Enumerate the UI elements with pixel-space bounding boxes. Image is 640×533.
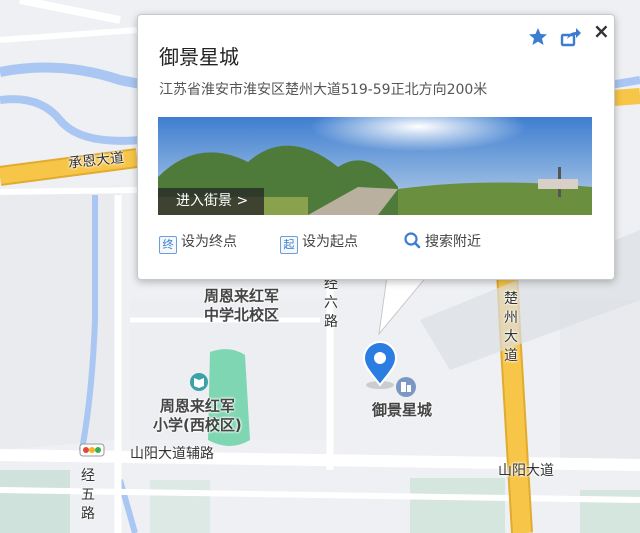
star-icon[interactable] [528,27,548,51]
poi-address: 江苏省淮安市淮安区楚州大道519-59正北方向200米 [159,82,488,98]
end-point-icon: 终 [159,236,177,254]
start-point-icon: 起 [280,236,298,254]
search-nearby-button[interactable]: 搜索附近 [403,231,481,251]
search-icon [404,232,421,249]
road-label-jingliu: 经六路 [324,276,338,330]
poi-label-primary-school-west[interactable]: 周恩来红军 小学(西校区) [153,397,242,435]
poi-info-window: 御景星城 江苏省淮安市淮安区楚州大道519-59正北方向200米 × 进入街景 … [137,14,615,280]
close-icon[interactable]: × [593,19,610,43]
road-label-jingwu: 经五路 [81,468,95,522]
street-view-thumbnail[interactable]: 进入街景 > [158,117,592,215]
share-icon[interactable] [560,27,582,51]
road-label-chuzhou: 楚州大道 [504,291,518,364]
set-as-start-label: 设为起点 [302,234,358,250]
poi-label-middle-school-north[interactable]: 周恩来红军 中学北校区 [204,287,279,325]
set-as-end-label: 设为终点 [181,234,237,250]
enter-street-view-button[interactable]: 进入街景 > [158,188,265,215]
road-label-shanyang-fu: 山阳大道辅路 [130,446,214,462]
school-icon [190,373,208,391]
set-as-start-button[interactable]: 起设为起点 [280,231,358,254]
road-label-shanyang: 山阳大道 [498,463,554,479]
set-as-end-button[interactable]: 终设为终点 [159,231,237,254]
traffic-light-icon [79,443,105,457]
popup-pointer [378,276,429,336]
building-icon [396,377,416,397]
poi-title: 御景星城 [159,45,239,69]
search-nearby-label: 搜索附近 [425,234,481,250]
poi-label-yujingxingcheng[interactable]: 御景星城 [372,401,432,420]
